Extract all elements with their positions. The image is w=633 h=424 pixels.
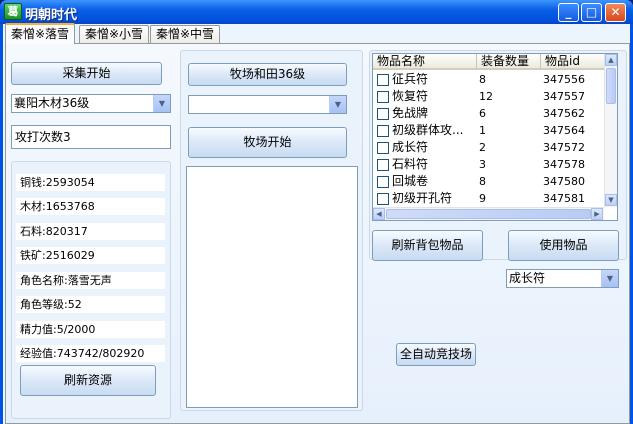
chevron-down-icon[interactable]: ▼	[329, 96, 346, 113]
field-group: 牧场和田36级 ▼ 牧场开始	[180, 50, 363, 411]
item-select-value: 成长符	[509, 271, 546, 285]
item-checkbox[interactable]	[377, 193, 389, 205]
item-quantity: 6	[479, 107, 486, 120]
item-checkbox[interactable]	[377, 91, 389, 103]
field-select[interactable]: ▼	[188, 95, 347, 114]
list-item[interactable]: 初级开孔符 9 347581	[373, 190, 603, 207]
stat-experience: 经验值:743742/802920	[16, 345, 165, 362]
item-name: 成长符	[392, 140, 429, 154]
item-quantity: 1	[479, 124, 486, 137]
scroll-right-icon[interactable]: ▶	[591, 208, 603, 220]
item-id: 347578	[543, 158, 585, 171]
item-checkbox[interactable]	[377, 176, 389, 188]
list-item[interactable]: 免战牌 6 347562	[373, 105, 603, 122]
item-id: 347556	[543, 73, 585, 86]
scroll-left-icon[interactable]: ◀	[373, 208, 385, 220]
item-name: 初级开孔符	[392, 191, 453, 205]
location-select[interactable]: 襄阳木材36级 ▼	[11, 94, 171, 113]
stats-group: 铜钱:2593054 木材:1653768 石料:820317 铁矿:25160…	[11, 161, 171, 419]
item-name: 恢复符	[392, 89, 429, 103]
item-id: 347581	[543, 192, 585, 205]
item-id: 347564	[543, 124, 585, 137]
maximize-button[interactable]: □	[581, 3, 602, 22]
item-name: 免战牌	[392, 106, 429, 120]
tab-page: 采集开始 襄阳木材36级 ▼ 攻打次数3 铜钱:2593054 木材:16537…	[5, 43, 630, 424]
item-quantity: 8	[479, 175, 486, 188]
column-header-quantity[interactable]: 装备数量	[477, 54, 541, 70]
list-item[interactable]: 恢复符 12 347557	[373, 88, 603, 105]
location-select-value: 襄阳木材36级	[14, 96, 90, 110]
chevron-down-icon[interactable]: ▼	[153, 95, 170, 112]
stat-character-level: 角色等级:52	[16, 296, 165, 313]
horizontal-scrollbar[interactable]: ◀ ▶	[373, 207, 604, 220]
item-quantity: 12	[479, 90, 493, 103]
title-bar[interactable]: 葛 明朝时代 _ □ ✕	[0, 0, 633, 24]
refresh-bag-button[interactable]: 刷新背包物品	[372, 230, 483, 261]
tab-xiaoxue[interactable]: 秦憎※小雪	[79, 25, 150, 44]
scroll-thumb[interactable]	[606, 68, 616, 104]
item-checkbox[interactable]	[377, 142, 389, 154]
window-title: 明朝时代	[25, 8, 78, 23]
column-header-item-id[interactable]: 物品id	[541, 54, 605, 70]
chevron-down-icon[interactable]: ▼	[601, 270, 618, 287]
log-box[interactable]	[186, 166, 358, 408]
tab-luoxue[interactable]: 秦憎※落雪	[5, 23, 76, 44]
scroll-thumb-horizontal[interactable]	[386, 209, 591, 219]
list-item[interactable]: 石料符 3 347578	[373, 156, 603, 173]
item-id: 347580	[543, 175, 585, 188]
tab-zhongxue[interactable]: 秦憎※中雪	[150, 25, 221, 44]
item-quantity: 3	[479, 158, 486, 171]
use-item-button[interactable]: 使用物品	[508, 230, 619, 261]
item-checkbox[interactable]	[377, 159, 389, 171]
close-button[interactable]: ✕	[605, 3, 626, 22]
refresh-resources-button[interactable]: 刷新资源	[20, 365, 156, 396]
inventory-list[interactable]: 物品名称 装备数量 物品id 征兵符 8 347556 恢复符 12 34755…	[372, 53, 618, 221]
item-checkbox[interactable]	[377, 108, 389, 120]
list-item[interactable]: 回城卷 8 347580	[373, 173, 603, 190]
item-quantity: 2	[479, 141, 486, 154]
item-name: 回城卷	[392, 174, 429, 188]
list-item[interactable]: 征兵符 8 347556	[373, 71, 603, 88]
attack-count-field[interactable]: 攻打次数3	[11, 125, 171, 149]
minimize-button[interactable]: _	[558, 3, 579, 22]
field-button[interactable]: 牧场和田36级	[188, 63, 347, 86]
stat-stone: 石料:820317	[16, 223, 165, 240]
item-name: 初级群体攻...	[392, 123, 464, 137]
item-checkbox[interactable]	[377, 74, 389, 86]
app-icon: 葛	[4, 3, 22, 20]
collect-start-button[interactable]: 采集开始	[11, 62, 162, 85]
item-id: 347562	[543, 107, 585, 120]
stat-energy: 精力值:5/2000	[16, 321, 165, 338]
main-window: 葛 明朝时代 _ □ ✕ 秦憎※落雪 秦憎※小雪 秦憎※中雪 采集开始 襄阳木材…	[0, 0, 633, 424]
column-header-item-name[interactable]: 物品名称	[373, 54, 477, 70]
stat-copper: 铜钱:2593054	[16, 174, 165, 191]
scroll-down-icon[interactable]: ▼	[605, 194, 617, 206]
item-id: 347557	[543, 90, 585, 103]
stat-wood: 木材:1653768	[16, 198, 165, 215]
stat-iron: 铁矿:2516029	[16, 247, 165, 264]
item-select[interactable]: 成长符 ▼	[506, 269, 619, 288]
item-name: 石料符	[392, 157, 429, 171]
item-name: 征兵符	[392, 72, 429, 86]
stat-character-name: 角色名称:落雪无声	[16, 272, 165, 289]
auto-arena-button[interactable]: 全自动竞技场	[396, 343, 476, 366]
list-item[interactable]: 初级群体攻... 1 347564	[373, 122, 603, 139]
list-item[interactable]: 成长符 2 347572	[373, 139, 603, 156]
item-checkbox[interactable]	[377, 125, 389, 137]
vertical-scrollbar[interactable]: ▲ ▼	[604, 54, 617, 207]
scroll-up-icon[interactable]: ▲	[605, 54, 617, 66]
field-start-button[interactable]: 牧场开始	[188, 127, 347, 158]
item-id: 347572	[543, 141, 585, 154]
item-quantity: 8	[479, 73, 486, 86]
item-quantity: 9	[479, 192, 486, 205]
client-area: 秦憎※落雪 秦憎※小雪 秦憎※中雪 采集开始 襄阳木材36级 ▼ 攻打次数3 铜…	[3, 23, 630, 424]
